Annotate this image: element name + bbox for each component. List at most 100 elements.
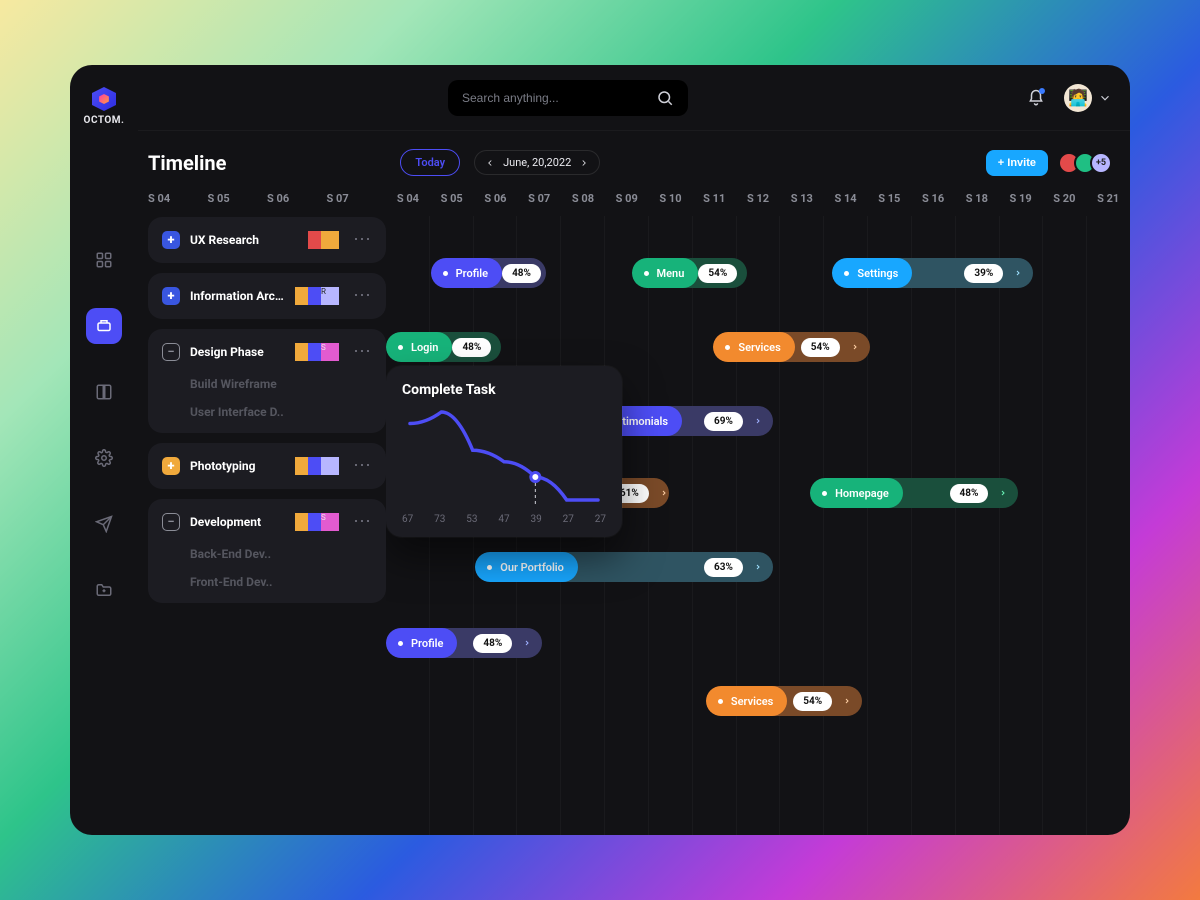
task-card-proto[interactable]: + Phototyping ⋯ — [148, 443, 386, 489]
today-button[interactable]: Today — [400, 149, 460, 176]
bar-services[interactable]: Services 54% — [713, 332, 869, 362]
search-input[interactable] — [462, 91, 622, 105]
notifications-button[interactable] — [1022, 84, 1050, 112]
assignees: S — [295, 513, 339, 531]
bar-services-dev[interactable]: Services 54% — [706, 686, 862, 716]
bar-settings[interactable]: Settings 39% — [832, 258, 1033, 288]
assignees — [295, 457, 339, 475]
chevron-right-icon — [751, 414, 765, 428]
avatar — [321, 231, 339, 249]
date-label: June, 20,2022 — [503, 156, 571, 169]
date-cell: S 15 — [867, 192, 911, 205]
subtask[interactable]: Front-End Dev.. — [162, 561, 372, 589]
subtask[interactable]: Build Wireframe — [162, 361, 372, 391]
collapse-icon[interactable]: − — [162, 343, 180, 361]
date-cell: S 20 — [1042, 192, 1086, 205]
date-picker[interactable]: June, 20,2022 — [474, 150, 600, 175]
date-cell: S 09 — [605, 192, 649, 205]
date-cell: S 06 — [267, 192, 327, 205]
chevron-right-icon — [751, 560, 765, 574]
plus-icon: + — [162, 231, 180, 249]
bar-menu[interactable]: Menu 54% — [632, 258, 747, 288]
task-title: Design Phase — [190, 345, 285, 359]
bar-label: Services — [731, 695, 773, 708]
nav — [86, 242, 122, 608]
nav-new-folder[interactable] — [86, 572, 122, 608]
assignees: S — [295, 343, 339, 361]
avatar: 🧑‍💻 — [1064, 84, 1092, 112]
invite-button[interactable]: + Invite — [986, 150, 1048, 176]
bar-portfolio[interactable]: Our Portfolio 63% — [475, 552, 773, 582]
nav-settings[interactable] — [86, 440, 122, 476]
nav-dashboard[interactable] — [86, 242, 122, 278]
header-right: + Invite +5 — [986, 150, 1112, 176]
member-avatars[interactable]: +5 — [1058, 152, 1112, 174]
chevron-right-icon — [1011, 266, 1025, 280]
subtask[interactable]: User Interface D.. — [162, 391, 372, 419]
bar-label: Profile — [411, 637, 443, 650]
bar-label: Settings — [857, 267, 898, 280]
nav-docs[interactable] — [86, 374, 122, 410]
avatar: R — [321, 287, 339, 305]
search-box[interactable] — [448, 80, 688, 116]
gear-icon — [95, 449, 113, 467]
bar-label: Services — [738, 341, 780, 354]
task-title: Information Arc... — [190, 289, 285, 303]
bar-profile-dev[interactable]: Profile 48% — [386, 628, 542, 658]
task-list-column: S 04 S 05 S 06 S 07 + UX Research — [138, 186, 386, 835]
task-card-ux[interactable]: + UX Research ⋯ — [148, 217, 386, 263]
popover-title: Complete Task — [402, 382, 606, 398]
chart-x-label: 47 — [498, 514, 509, 525]
date-cell: S 18 — [955, 192, 999, 205]
nav-timeline[interactable] — [86, 308, 122, 344]
bar-login[interactable]: Login 48% — [386, 332, 501, 362]
avatar: S — [321, 513, 339, 531]
task-cards: + UX Research ⋯ + Information A — [148, 217, 386, 603]
notification-dot — [1039, 88, 1045, 94]
grid-icon — [95, 251, 113, 269]
bar-homepage[interactable]: Homepage 48% — [810, 478, 1018, 508]
task-card-info[interactable]: + Information Arc... R ⋯ — [148, 273, 386, 319]
folder-plus-icon — [95, 581, 113, 599]
chart-x-label: 39 — [531, 514, 542, 525]
date-cell: S 14 — [824, 192, 868, 205]
task-card-design[interactable]: − Design Phase S ⋯ Build Wireframe User … — [148, 329, 386, 433]
send-icon — [95, 515, 113, 533]
bar-pct: 54% — [793, 692, 832, 711]
task-title: Development — [190, 515, 285, 529]
collapse-icon[interactable]: − — [162, 513, 180, 531]
task-card-dev[interactable]: − Development S ⋯ Back-End Dev.. Front-E… — [148, 499, 386, 603]
assignees — [308, 231, 339, 249]
date-cell: S 16 — [911, 192, 955, 205]
task-title: UX Research — [190, 233, 298, 247]
date-cell: S 05 — [430, 192, 474, 205]
plus-icon: + — [162, 457, 180, 475]
date-cell: S 07 — [517, 192, 561, 205]
chart-x-label: 53 — [466, 514, 477, 525]
subtask[interactable]: Back-End Dev.. — [162, 531, 372, 561]
avatar-more: +5 — [1090, 152, 1112, 174]
date-cell: S 07 — [327, 192, 387, 205]
date-cell: S 21 — [1086, 192, 1130, 205]
chevron-down-icon — [1098, 91, 1112, 105]
page-header: Timeline Today June, 20,2022 + Invite +5 — [138, 131, 1130, 186]
page-title: Timeline — [148, 151, 226, 175]
date-cell: S 19 — [999, 192, 1043, 205]
gantt-grid[interactable]: S 04S 05S 06S 07S 08S 09S 10S 11S 12S 13… — [386, 186, 1130, 835]
bar-pct: 69% — [704, 412, 743, 431]
bar-pct: 48% — [502, 264, 541, 283]
complete-task-popover: Complete Task 67735347392727 — [386, 366, 622, 537]
bar-label: Profile — [456, 267, 488, 280]
chevron-right-icon — [840, 694, 854, 708]
bar-profile[interactable]: Profile 48% — [431, 258, 546, 288]
bar-pct: 48% — [950, 484, 989, 503]
bar-label: Homepage — [835, 487, 889, 500]
left-dates: S 04 S 05 S 06 S 07 — [148, 186, 386, 217]
date-cell: S 04 — [148, 192, 208, 205]
profile-menu[interactable]: 🧑‍💻 — [1064, 84, 1112, 112]
chevron-right-icon — [848, 340, 862, 354]
topbar-right: 🧑‍💻 — [1022, 84, 1112, 112]
date-cell: S 13 — [780, 192, 824, 205]
nav-send[interactable] — [86, 506, 122, 542]
search-icon — [656, 89, 674, 107]
